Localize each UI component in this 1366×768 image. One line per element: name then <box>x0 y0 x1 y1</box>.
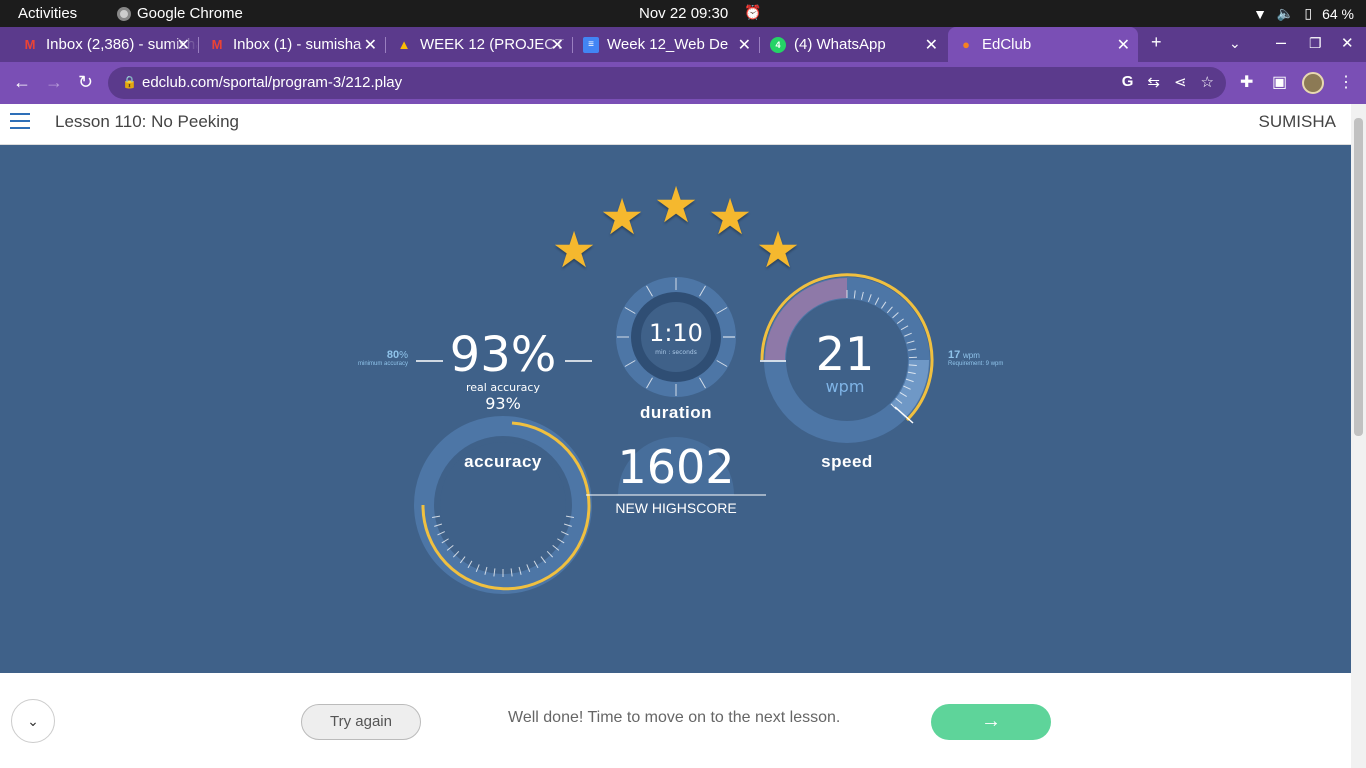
app-name-label: Google Chrome <box>137 5 243 22</box>
tab-title: WEEK 12 (PROJECT <box>420 36 565 53</box>
close-icon[interactable]: ✕ <box>738 35 751 55</box>
volume-icon: 🔈 <box>1276 5 1295 21</box>
speed-label: speed <box>821 452 873 471</box>
address-bar-actions: G ⇆ ⋖ ☆ <box>1122 73 1214 91</box>
app-menu[interactable]: Google Chrome <box>117 5 243 22</box>
min-accuracy-marker: 80% minimum accuracy <box>338 349 408 367</box>
lesson-footer: ⌄ Try again Well done! Time to move on t… <box>0 673 1351 768</box>
address-toolbar: ← → ↻ 🔒 edclub.com/sportal/program-3/212… <box>0 62 1366 104</box>
whatsapp-icon: 4 <box>770 36 786 53</box>
min-accuracy-value: 80 <box>386 349 400 361</box>
system-tray[interactable]: ▼ 🔈 ▯ 64 % <box>1253 5 1354 22</box>
url-text[interactable]: edclub.com/sportal/program-3/212.play <box>142 74 402 91</box>
tab-edclub[interactable]: ● EdClub ✕ <box>948 27 1138 62</box>
page-scrollbar[interactable] <box>1351 104 1366 768</box>
tab-whatsapp[interactable]: 4 (4) WhatsApp ✕ <box>760 27 946 62</box>
chevron-down-icon: ⌄ <box>27 713 39 729</box>
tab-title: Inbox (1) - sumisha <box>233 36 362 53</box>
tab-search-icon[interactable]: ⌄ <box>1229 35 1241 52</box>
clock[interactable]: Nov 22 09:30 <box>639 5 728 22</box>
google-icon[interactable]: G <box>1122 73 1134 91</box>
hamburger-menu-icon[interactable] <box>10 113 30 129</box>
accuracy-value: 93% <box>449 327 557 383</box>
lesson-title: Lesson 110: No Peeking <box>55 112 239 131</box>
tab-title: Week 12_Web De <box>607 36 729 53</box>
bookmark-star-icon[interactable]: ☆ <box>1201 73 1214 91</box>
alarm-icon: ⏰ <box>744 4 762 20</box>
back-icon[interactable]: ← <box>13 72 31 93</box>
speed-tick <box>908 364 917 366</box>
min-accuracy-label: minimum accuracy <box>357 361 408 367</box>
real-accuracy-value: 93% <box>485 394 521 413</box>
share-icon[interactable]: ⋖ <box>1174 73 1187 91</box>
close-icon[interactable]: ✕ <box>177 35 190 55</box>
edclub-icon: ● <box>962 37 970 52</box>
side-panel-icon[interactable]: ▣ <box>1272 72 1287 92</box>
req-speed-label: Requirement: 9 wpm <box>948 361 1004 367</box>
gmail-icon: M <box>24 37 36 52</box>
maximize-icon[interactable]: ❐ <box>1309 35 1322 52</box>
try-again-button[interactable]: Try again <box>301 704 421 740</box>
lesson-header: Lesson 110: No Peeking SUMISHA <box>0 104 1351 145</box>
duration-label: duration <box>640 403 712 422</box>
duration-unit-label: min : seconds <box>655 349 697 356</box>
wifi-icon: ▼ <box>1253 5 1267 22</box>
docs-icon: ≡ <box>583 36 599 53</box>
req-speed-value: 17 <box>948 349 961 361</box>
window-close-icon[interactable]: ✕ <box>1341 34 1354 52</box>
tab-title: (4) WhatsApp <box>794 36 886 53</box>
reload-icon[interactable]: ↻ <box>78 72 93 93</box>
completion-message: Well done! Time to move on to the next l… <box>508 709 841 726</box>
forward-icon[interactable]: → <box>45 72 63 93</box>
translate-icon[interactable]: ⇆ <box>1147 73 1160 91</box>
speed-unit: wpm <box>825 377 865 396</box>
close-icon[interactable]: ✕ <box>925 35 938 55</box>
tab-gmail-2[interactable]: M Inbox (1) - sumisha ✕ <box>199 27 385 62</box>
drive-icon: ▲ <box>397 37 411 52</box>
speed-value: 21 <box>815 327 875 381</box>
arrow-right-icon: → <box>981 710 1001 732</box>
min-accuracy-unit: % <box>399 350 408 361</box>
gmail-icon: M <box>211 37 223 52</box>
new-tab-icon[interactable]: + <box>1151 32 1162 53</box>
accuracy-label: accuracy <box>464 452 542 471</box>
tab-docs[interactable]: ≡ Week 12_Web De ✕ <box>573 27 759 62</box>
system-top-bar: Activities Google Chrome Nov 22 09:30 ⏰ … <box>0 0 1366 27</box>
activities-button[interactable]: Activities <box>18 5 77 22</box>
close-icon[interactable]: ✕ <box>551 35 564 55</box>
close-icon[interactable]: ✕ <box>1117 35 1130 55</box>
collapse-button[interactable]: ⌄ <box>11 699 55 743</box>
tab-drive[interactable]: ▲ WEEK 12 (PROJECT ✕ <box>386 27 572 62</box>
address-bar[interactable]: 🔒 edclub.com/sportal/program-3/212.play … <box>108 67 1226 99</box>
tab-gmail-1[interactable]: M Inbox (2,386) - sumisha ✕ <box>12 27 198 62</box>
close-icon[interactable]: ✕ <box>364 35 377 55</box>
tab-strip: M Inbox (2,386) - sumisha ✕ M Inbox (1) … <box>0 27 1366 62</box>
results-panel: ★ ★ ★ ★ ★ 80% minimum accuracy 93% real … <box>0 145 1351 673</box>
extensions-icon[interactable]: ✚ <box>1240 72 1253 92</box>
tab-title: EdClub <box>982 36 1032 53</box>
req-speed-unit: wpm <box>963 351 980 360</box>
score-value: 1602 <box>617 440 735 494</box>
new-highscore-label: NEW HIGHSCORE <box>615 500 737 516</box>
tab-title: Inbox (2,386) - sumisha <box>46 36 198 53</box>
minimize-icon[interactable]: – <box>1276 32 1286 53</box>
username[interactable]: SUMISHA <box>1259 112 1336 132</box>
profile-avatar[interactable] <box>1302 72 1324 94</box>
next-lesson-button[interactable]: → <box>931 704 1051 740</box>
battery-icon: ▯ <box>1304 5 1313 21</box>
chrome-icon <box>117 6 131 21</box>
menu-kebab-icon[interactable]: ⋮ <box>1338 72 1354 92</box>
lock-icon: 🔒 <box>122 75 137 89</box>
real-accuracy-label: real accuracy <box>466 381 540 394</box>
duration-value: 1:10 <box>649 319 703 347</box>
speed-requirement-marker: 17 wpm Requirement: 9 wpm <box>948 349 1018 367</box>
battery-level: 64 % <box>1322 5 1354 22</box>
scrollbar-thumb[interactable] <box>1354 118 1363 436</box>
